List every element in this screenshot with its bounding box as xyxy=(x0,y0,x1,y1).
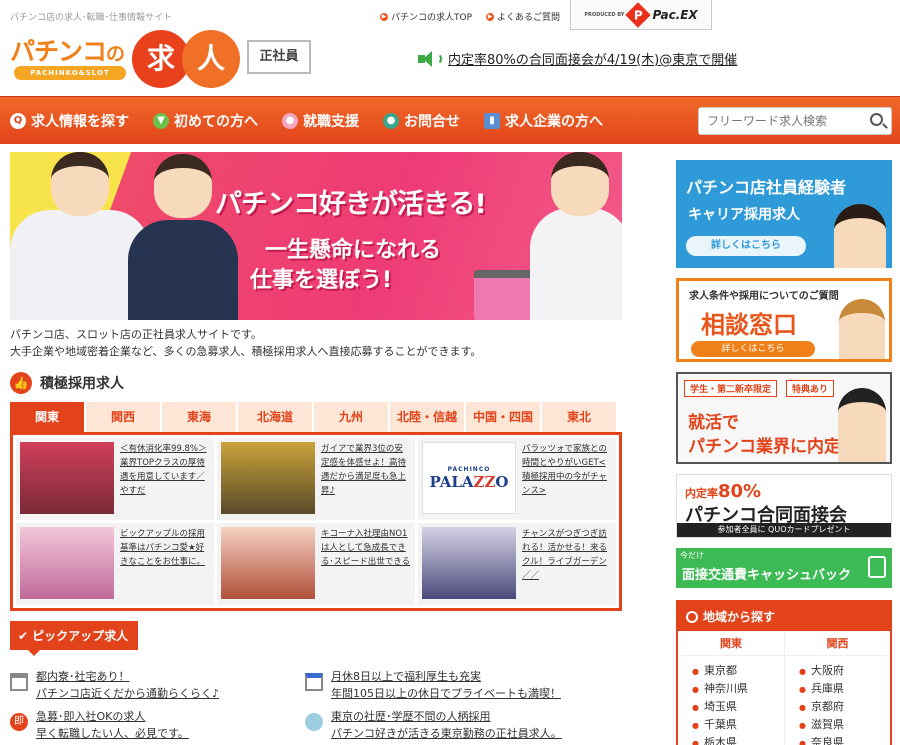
search-box xyxy=(698,107,892,135)
interview-fair-banner[interactable]: 内定率80% パチンコ合同面接会 参加者全員に QUOカードプレゼント xyxy=(676,474,892,538)
person-icon xyxy=(305,713,323,731)
job-card[interactable]: ＜有休消化率99.8%＞業界TOPクラスの厚待遇を用意しています／やすだ xyxy=(16,438,214,520)
details-button[interactable]: 詳しくはこちら xyxy=(691,341,815,357)
train-icon xyxy=(868,556,886,578)
hero-line2: 仕事を選ぼう! xyxy=(250,268,393,293)
announcement-link[interactable]: 内定率80%の合同面接会が4/19(木)@東京で開催 xyxy=(448,49,737,68)
tab-tohoku[interactable]: 東北 xyxy=(542,402,616,432)
pickup-heading: ✔ ピックアップ求人 xyxy=(10,621,139,656)
check-icon: ✔ xyxy=(18,629,29,643)
illustration-woman xyxy=(128,154,238,320)
job-photo xyxy=(20,442,114,514)
hero-headline: パチンコ好きが活きる! xyxy=(215,189,487,220)
cashback-banner[interactable]: 今だけ 面接交通費キャッシュバック xyxy=(676,548,892,588)
tab-kansai[interactable]: 関西 xyxy=(86,402,160,432)
man-photo xyxy=(838,388,886,462)
nav-employers[interactable]: ▮ 求人企業の方へ xyxy=(472,97,615,145)
pickup-item[interactable]: 東京の社歴･学歴不問の人柄採用 パチンコ好きが活きる東京勤務の正社員求人。 xyxy=(305,708,600,742)
man-photo xyxy=(834,204,886,268)
search-icon xyxy=(686,610,698,623)
pref-link[interactable]: 奈良県 xyxy=(799,734,890,745)
site-tagline: パチンコ店の求人･転職･仕事情報サイト xyxy=(10,13,173,23)
pref-link[interactable]: 京都府 xyxy=(799,698,890,716)
pacex-mark-icon: P xyxy=(625,1,652,28)
job-photo xyxy=(221,442,315,514)
pref-link[interactable]: 大阪府 xyxy=(799,662,890,680)
speech-bubble-icon: ● xyxy=(282,112,298,129)
search-input[interactable] xyxy=(699,108,859,134)
nav-beginners[interactable]: ▼ 初めての方へ xyxy=(141,97,270,145)
illustration-man-right xyxy=(530,152,622,320)
arrow-icon: ▶ xyxy=(486,12,495,21)
palazzo-logo: PACHINCO PALAZZO xyxy=(422,442,516,514)
job-photo xyxy=(221,527,315,599)
job-grid: ＜有休消化率99.8%＞業界TOPクラスの厚待遇を用意しています／やすだ ガイア… xyxy=(10,432,622,611)
pref-link[interactable]: 兵庫県 xyxy=(799,680,890,698)
link-faq[interactable]: ▶ よくあるご質問 xyxy=(486,10,560,23)
pref-link[interactable]: 栃木県 xyxy=(692,734,784,745)
pref-link[interactable]: 東京都 xyxy=(692,662,784,680)
pickup-item[interactable]: 都内寮･社宅あり！ パチンコ店近くだから通勤らくらく♪ xyxy=(10,668,305,702)
urgent-icon: 即 xyxy=(10,713,28,731)
link-top[interactable]: ▶ パチンコの求人TOP xyxy=(380,10,472,23)
pref-link[interactable]: 滋賀県 xyxy=(799,716,890,734)
pickup-item[interactable]: 即 急募･即入社OKの求人 早く転職したい人、必見です。 xyxy=(10,708,305,742)
thumbs-up-icon: 👍 xyxy=(10,372,32,394)
job-card[interactable]: PACHINCO PALAZZO パラッツォで家族との時間とやりがいGET<積極… xyxy=(418,438,616,520)
pickup-item[interactable]: 月休8日以上で福利厚生も充実 年間105日以上の休日でプライベートも満喫！ xyxy=(305,668,600,702)
tab-kanto[interactable]: 関東 xyxy=(10,402,84,432)
sidebar: パチンコ店社員経験者 キャリア採用求人 詳しくはこちら 求人条件や採用についての… xyxy=(676,160,892,745)
partner-logo[interactable]: PRODUCED BY P Pac.EX xyxy=(570,0,712,30)
region-kansai: 関西 大阪府 兵庫県 京都府 滋賀県 奈良県 xyxy=(784,631,890,745)
region-search: 地域から探す 関東 東京都 神奈川県 埼玉県 千葉県 栃木県 関西 大阪府 兵庫… xyxy=(676,600,892,745)
beginner-mark-icon: ▼ xyxy=(153,112,169,129)
search-icon[interactable] xyxy=(870,113,883,126)
person-icon: ● xyxy=(383,112,399,129)
hero-line1: 一生懸命になれる xyxy=(265,238,442,263)
pref-link[interactable]: 埼玉県 xyxy=(692,698,784,716)
tab-chugoku[interactable]: 中国・四国 xyxy=(466,402,540,432)
tab-hokkaido[interactable]: 北海道 xyxy=(238,402,312,432)
building-icon: ▮ xyxy=(484,112,500,129)
region-tabs: 関東 関西 東海 北海道 九州 北陸・信越 中国・四国 東北 xyxy=(10,402,622,432)
job-card[interactable]: ガイアで業界3位の安定感を体感せよ！高待遇だから満足度も急上昇♪ xyxy=(217,438,415,520)
woman-photo xyxy=(839,299,885,359)
nav-search-jobs[interactable]: Q 求人情報を探す xyxy=(0,97,141,145)
region-kanto: 関東 東京都 神奈川県 埼玉県 千葉県 栃木県 xyxy=(678,631,784,745)
job-card[interactable]: ビックアップルの採用基準はパチンコ愛★好きなことをお仕事に。 xyxy=(16,523,214,605)
active-jobs-heading: 👍 積極採用求人 xyxy=(10,372,622,394)
header: パチンコ店の求人･転職･仕事情報サイト ▶ パチンコの求人TOP ▶ よくあるご質問… xyxy=(0,0,900,96)
search-icon: Q xyxy=(10,112,26,129)
pref-link[interactable]: 千葉県 xyxy=(692,716,784,734)
arrow-icon: ▶ xyxy=(380,12,388,21)
career-banner[interactable]: パチンコ店社員経験者 キャリア採用求人 詳しくはこちら xyxy=(676,160,892,268)
site-logo[interactable]: パチンコの PACHINKO&SLOT 求 人 xyxy=(10,30,240,88)
calendar-icon xyxy=(305,673,323,691)
pickup-list: 都内寮･社宅あり！ パチンコ店近くだから通勤らくらく♪ 月休8日以上で福利厚生も充… xyxy=(10,668,622,742)
top-links: ▶ パチンコの求人TOP ▶ よくあるご質問 xyxy=(380,10,560,23)
job-card[interactable]: キコーナ入社理由NO1は人として急成長できる･スピード出世できる xyxy=(217,523,415,605)
details-button[interactable]: 詳しくはこちら xyxy=(686,236,806,256)
new-grad-banner[interactable]: 学生・第二新卒限定 特典あり 就活で パチンコ業界に内定。 xyxy=(676,372,892,464)
main-content: パチンコ好きが活きる! 一生懸命になれる 仕事を選ぼう! パチンコ店、スロット店… xyxy=(10,152,622,742)
intro-text: パチンコ店、スロット店の正社員求人サイトです。 大手企業や地域密着企業など、多く… xyxy=(10,328,482,358)
fulltime-badge: 正社員 xyxy=(247,40,311,74)
job-photo xyxy=(20,527,114,599)
tab-tokai[interactable]: 東海 xyxy=(162,402,236,432)
job-photo xyxy=(422,527,516,599)
main-nav: Q 求人情報を探す ▼ 初めての方へ ● 就職支援 ● お問合せ ▮ 求人企業の方へ xyxy=(0,96,900,144)
consultation-banner[interactable]: 求人条件や採用についてのご質問 相談窓口 詳しくはこちら xyxy=(676,278,892,362)
tab-hokuriku[interactable]: 北陸・信越 xyxy=(390,402,464,432)
nav-contact[interactable]: ● お問合せ xyxy=(371,97,472,145)
hero-banner[interactable]: パチンコ好きが活きる! 一生懸命になれる 仕事を選ぼう! xyxy=(10,152,622,320)
job-card[interactable]: チャンスがつぎつぎ訪れる！活かせる！来るクル！ライブガーデン／／ xyxy=(418,523,616,605)
speaker-icon xyxy=(418,50,442,68)
announcement: 内定率80%の合同面接会が4/19(木)@東京で開催 xyxy=(418,49,737,68)
nav-support[interactable]: ● 就職支援 xyxy=(270,97,371,145)
dormitory-icon xyxy=(10,673,28,691)
pref-link[interactable]: 神奈川県 xyxy=(692,680,784,698)
tab-kyushu[interactable]: 九州 xyxy=(314,402,388,432)
